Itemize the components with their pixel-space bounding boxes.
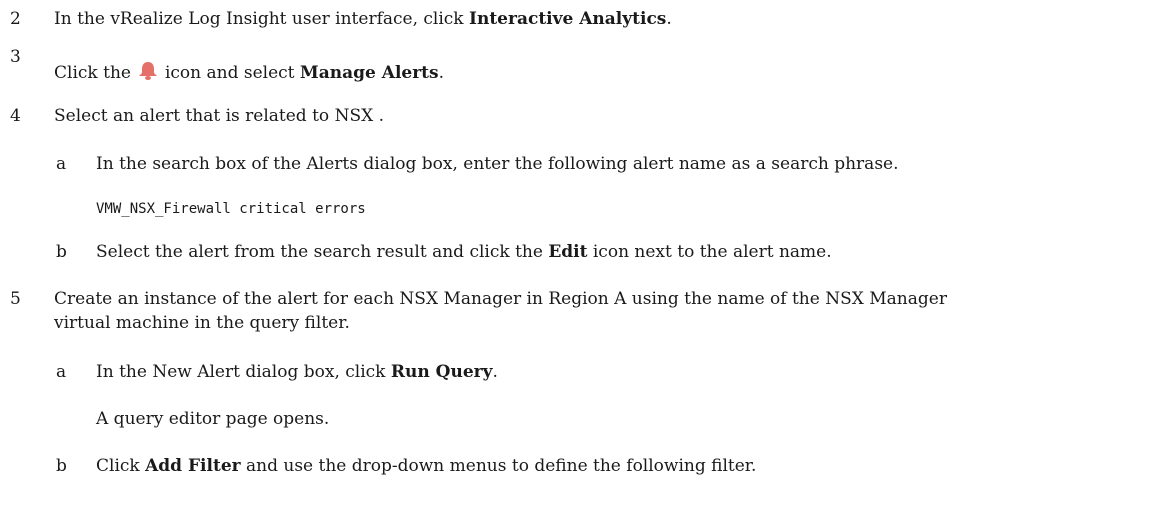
step-text-line-1: Create an instance of the alert for each…	[54, 289, 947, 309]
ui-term-edit: Edit	[548, 242, 588, 262]
step-text-line-2: virtual machine in the query filter.	[54, 313, 350, 333]
substep-letter: a	[56, 362, 67, 382]
ui-term-manage-alerts: Manage Alerts	[299, 63, 439, 83]
substep-letter: a	[56, 154, 67, 174]
ui-term-interactive-analytics: Interactive Analytics	[469, 9, 667, 29]
substep-text: In the search box of the Alerts dialog b…	[96, 154, 899, 174]
bell-alert-icon	[135, 60, 161, 82]
code-alert-name: VMW_NSX_Firewall critical errors	[96, 201, 366, 217]
ui-term-add-filter: Add Filter	[145, 456, 241, 476]
substep-text: In the New Alert dialog box, click Run Q…	[96, 362, 498, 382]
ui-term-run-query: Run Query	[390, 362, 493, 382]
substep-text: Click Add Filter and use the drop-down m…	[96, 456, 757, 476]
step-number: 4	[10, 106, 21, 126]
substep-letter: b	[56, 242, 67, 262]
substep-text: Select the alert from the search result …	[96, 242, 832, 262]
step-number: 2	[10, 9, 21, 29]
step-text: Select an alert that is related to NSX .	[54, 106, 384, 126]
substep-result: A query editor page opens.	[96, 409, 330, 429]
step-number: 3	[10, 47, 21, 67]
step-text: In the vRealize Log Insight user interfa…	[54, 9, 672, 29]
substep-letter: b	[56, 456, 67, 476]
step-number: 5	[10, 289, 21, 309]
step-text: Click the icon and select Manage Alerts.	[54, 60, 444, 84]
